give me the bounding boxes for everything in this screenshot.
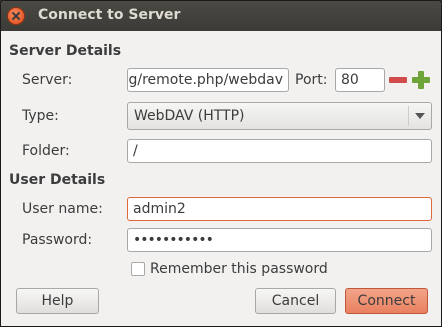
folder-label: Folder: [22, 143, 70, 159]
help-button[interactable]: Help [16, 288, 99, 314]
remember-password-label[interactable]: Remember this password [150, 261, 328, 277]
username-input[interactable]: admin2 [127, 197, 432, 221]
chevron-down-icon [415, 113, 425, 119]
close-icon[interactable] [7, 7, 25, 25]
plus-icon[interactable] [411, 70, 431, 90]
connect-to-server-dialog: Connect to Server Server Details Server:… [0, 0, 442, 327]
server-details-header: Server Details [9, 43, 122, 59]
password-label: Password: [22, 232, 93, 248]
type-label: Type: [22, 108, 59, 124]
connect-button[interactable]: Connect [345, 288, 428, 314]
remember-password-checkbox[interactable] [131, 262, 145, 276]
user-details-header: User Details [9, 172, 106, 188]
type-value: WebDAV (HTTP) [134, 108, 245, 124]
type-select[interactable]: WebDAV (HTTP) [127, 102, 432, 130]
server-label: Server: [22, 72, 73, 88]
window-title: Connect to Server [38, 7, 181, 23]
minus-icon[interactable] [388, 70, 408, 90]
server-value: g/remote.php/webdav [128, 72, 284, 88]
titlebar: Connect to Server [1, 1, 441, 31]
username-label: User name: [22, 201, 103, 217]
password-input[interactable]: ••••••••••• [127, 228, 432, 252]
server-input[interactable]: g/remote.php/webdav [127, 68, 289, 92]
cancel-button[interactable]: Cancel [255, 288, 336, 314]
folder-input[interactable]: / [127, 139, 432, 163]
port-input[interactable]: 80 [335, 68, 385, 92]
combo-separator [408, 106, 409, 126]
port-label: Port: [295, 72, 328, 88]
